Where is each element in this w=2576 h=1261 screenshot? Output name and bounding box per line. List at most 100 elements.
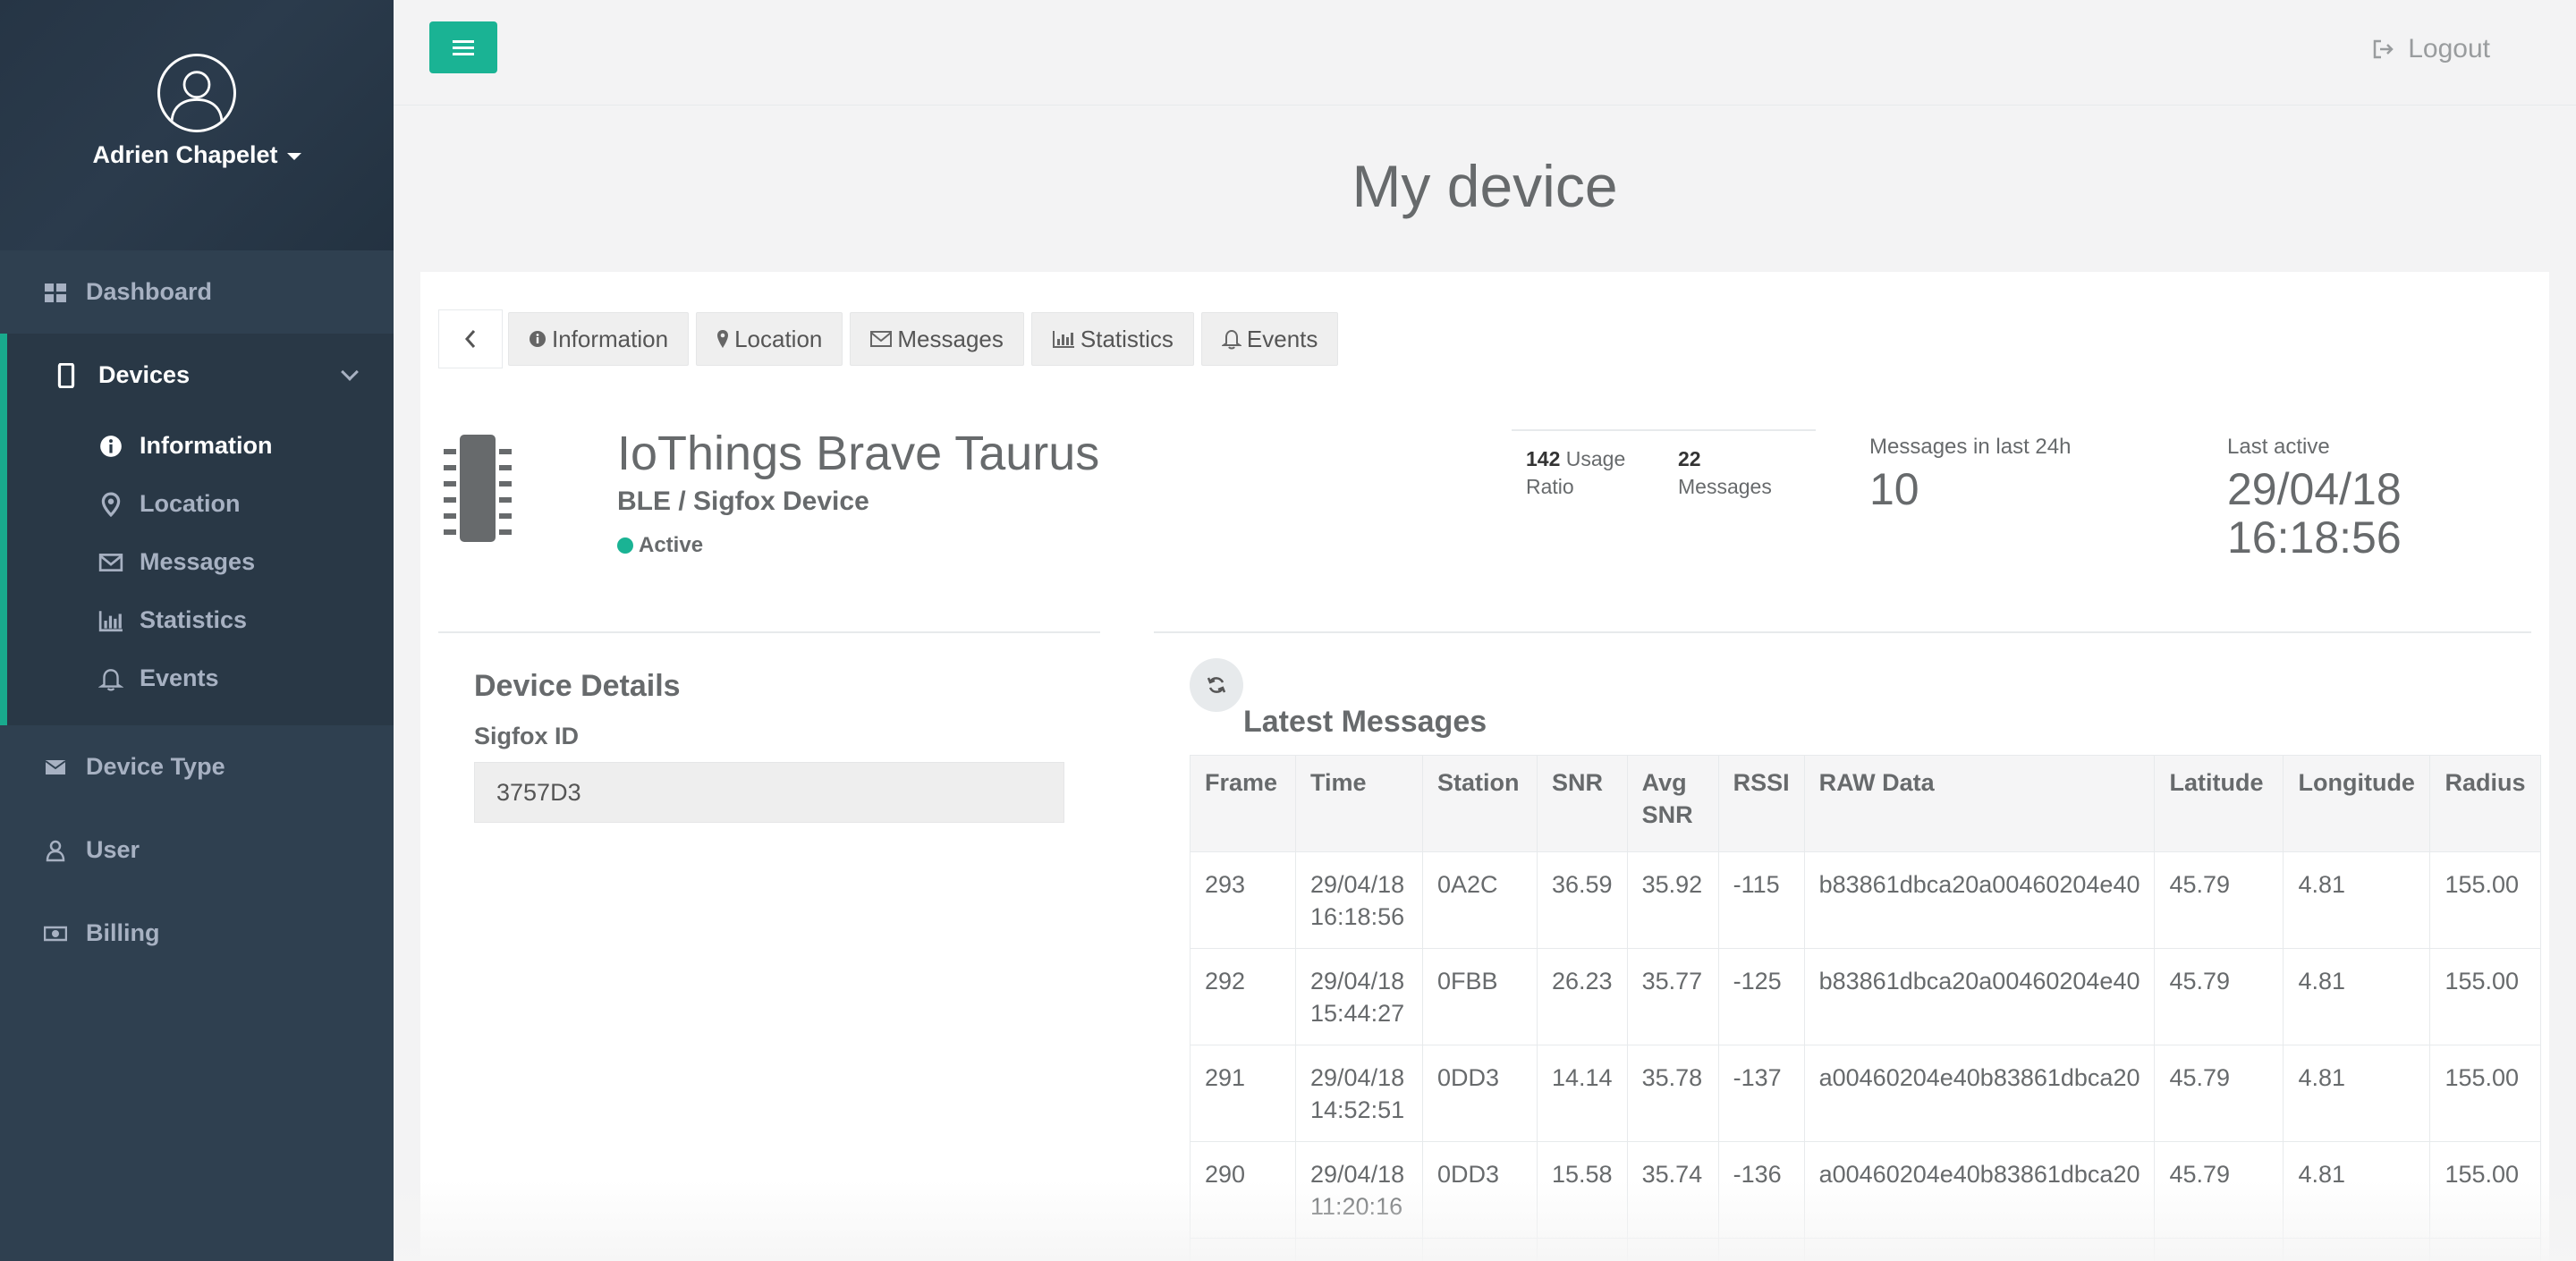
tab-label: Information (552, 325, 669, 352)
scroll-fade (394, 1181, 2576, 1261)
tab-events[interactable]: Events (1200, 312, 1339, 366)
last-active-value: 29/04/18 16:18:56 (2227, 465, 2402, 562)
tab-messages[interactable]: Messages (850, 312, 1024, 366)
table-cell: 35.92 (1626, 851, 1719, 949)
table-cell: 291 (1190, 1045, 1296, 1142)
sidebar-item-user[interactable]: User (0, 808, 394, 892)
map-marker-icon (98, 492, 123, 517)
usage-stats: 142 Usage Ratio 22 Messages (1512, 429, 1816, 501)
sidebar: Adrien Chapelet Dashboard Devices Inform… (0, 0, 394, 1261)
table-row[interactable]: 293 29/04/18 16:18:56 0A2C 36.59 35.92 -… (1190, 851, 2542, 949)
divider (1154, 631, 2531, 633)
last-active-time: 16:18:56 (2227, 512, 2402, 563)
sidebar-item-billing[interactable]: Billing (0, 892, 394, 975)
table-cell: 0FBB (1422, 948, 1538, 1045)
table-cell: 36.59 (1537, 851, 1628, 949)
table-row[interactable]: 291 29/04/18 14:52:51 0DD3 14.14 35.78 -… (1190, 1045, 2542, 1142)
device-tabs: Information Location Messages Statistics… (438, 309, 1345, 368)
sigfox-id-label: Sigfox ID (474, 723, 580, 749)
sidebar-subitem-label: Events (140, 664, 219, 691)
table-row[interactable]: 292 29/04/18 15:44:27 0FBB 26.23 35.77 -… (1190, 948, 2542, 1045)
latest-messages-title: Latest Messages (1243, 705, 1487, 739)
messages-last-24h: Messages in last 24h 10 (1869, 435, 2071, 515)
tab-label: Location (734, 325, 823, 352)
map-marker-icon (717, 330, 729, 348)
sign-out-icon (2373, 39, 2394, 59)
usage-ratio-label: Usage (1565, 447, 1626, 470)
bell-icon (1221, 329, 1241, 350)
bar-chart-icon (1052, 331, 1074, 348)
info-circle-icon (98, 434, 123, 459)
last-active-date: 29/04/18 (2227, 464, 2402, 514)
messages-count-label: Messages (1678, 475, 1772, 498)
table-cell: 155.00 (2429, 1045, 2542, 1142)
menu-toggle-button[interactable] (429, 21, 497, 73)
back-button[interactable] (438, 309, 503, 368)
money-icon (43, 921, 68, 946)
messages-last-24h-value: 10 (1869, 464, 1919, 514)
page-title: My device (1352, 153, 1618, 219)
sidebar-subitem-label: Information (140, 432, 273, 459)
sidebar-subitem-events[interactable]: Events (7, 649, 394, 707)
column-header[interactable]: Station (1422, 755, 1538, 852)
table-cell: 4.81 (2283, 1045, 2431, 1142)
column-header[interactable]: RSSI (1717, 755, 1805, 852)
column-header[interactable]: RAW Data (1803, 755, 2156, 852)
table-cell: a00460204e40b83861dbca20 (1803, 1045, 2156, 1142)
sidebar-subitem-label: Messages (140, 548, 256, 575)
sidebar-item-device-type[interactable]: Device Type (0, 725, 394, 808)
table-cell: 45.79 (2154, 948, 2284, 1045)
tab-statistics[interactable]: Statistics (1030, 312, 1194, 366)
divider (438, 631, 1100, 633)
dashboard-icon (43, 280, 68, 305)
column-header[interactable]: Longitude (2283, 755, 2431, 852)
avatar[interactable] (157, 54, 236, 132)
sigfox-id-field[interactable]: 3757D3 (474, 762, 1064, 823)
sidebar-item-label: Device Type (86, 753, 225, 780)
table-cell: 4.81 (2283, 948, 2431, 1045)
tab-information[interactable]: Information (508, 312, 690, 366)
sidebar-subitem-information[interactable]: Information (7, 417, 394, 475)
envelope-icon (43, 755, 68, 780)
table-cell: 29/04/18 14:52:51 (1295, 1045, 1423, 1142)
column-header[interactable]: Avg SNR (1626, 755, 1719, 852)
status-label: Active (639, 533, 704, 557)
table-cell: -115 (1717, 851, 1805, 949)
usage-ratio-label-2: Ratio (1526, 475, 1574, 498)
profile-name-dropdown[interactable]: Adrien Chapelet (0, 141, 394, 169)
status-badge: Active (617, 533, 703, 558)
table-cell: 0A2C (1422, 851, 1538, 949)
sidebar-subitem-messages[interactable]: Messages (7, 533, 394, 591)
sidebar-subitem-statistics[interactable]: Statistics (7, 591, 394, 649)
column-header[interactable]: Frame (1190, 755, 1296, 852)
messages-last-24h-label: Messages in last 24h (1869, 435, 2072, 459)
table-cell: -125 (1717, 948, 1805, 1045)
usage-ratio-value: 142 (1526, 447, 1561, 470)
column-header[interactable]: Time (1295, 755, 1423, 852)
column-header[interactable]: Radius (2429, 755, 2542, 852)
table-cell: 0DD3 (1422, 1045, 1538, 1142)
sidebar-subitem-location[interactable]: Location (7, 475, 394, 533)
device-details-title: Device Details (474, 669, 681, 703)
sidebar-item-dashboard[interactable]: Dashboard (0, 250, 394, 334)
tab-label: Statistics (1080, 325, 1174, 352)
table-cell: 14.14 (1537, 1045, 1628, 1142)
messages-count-value: 22 (1678, 447, 1701, 470)
table-cell: 155.00 (2429, 851, 2542, 949)
profile-panel: Adrien Chapelet (0, 0, 394, 250)
device-chip-icon (442, 433, 513, 544)
table-cell: b83861dbca20a00460204e40 (1803, 948, 2156, 1045)
sidebar-item-devices-header[interactable]: Devices (7, 334, 394, 417)
envelope-icon (98, 550, 123, 575)
table-cell: -137 (1717, 1045, 1805, 1142)
device-type: BLE / Sigfox Device (617, 487, 869, 516)
column-header[interactable]: Latitude (2154, 755, 2284, 852)
hamburger-icon (453, 40, 474, 55)
sidebar-item-label: Devices (98, 361, 191, 388)
column-header[interactable]: SNR (1537, 755, 1628, 852)
refresh-button[interactable] (1190, 658, 1243, 712)
info-circle-icon (530, 331, 546, 347)
sidebar-item-devices[interactable]: Devices Information Location Messages St… (0, 334, 394, 725)
tab-location[interactable]: Location (696, 312, 843, 366)
logout-link[interactable]: Logout (2372, 34, 2490, 64)
